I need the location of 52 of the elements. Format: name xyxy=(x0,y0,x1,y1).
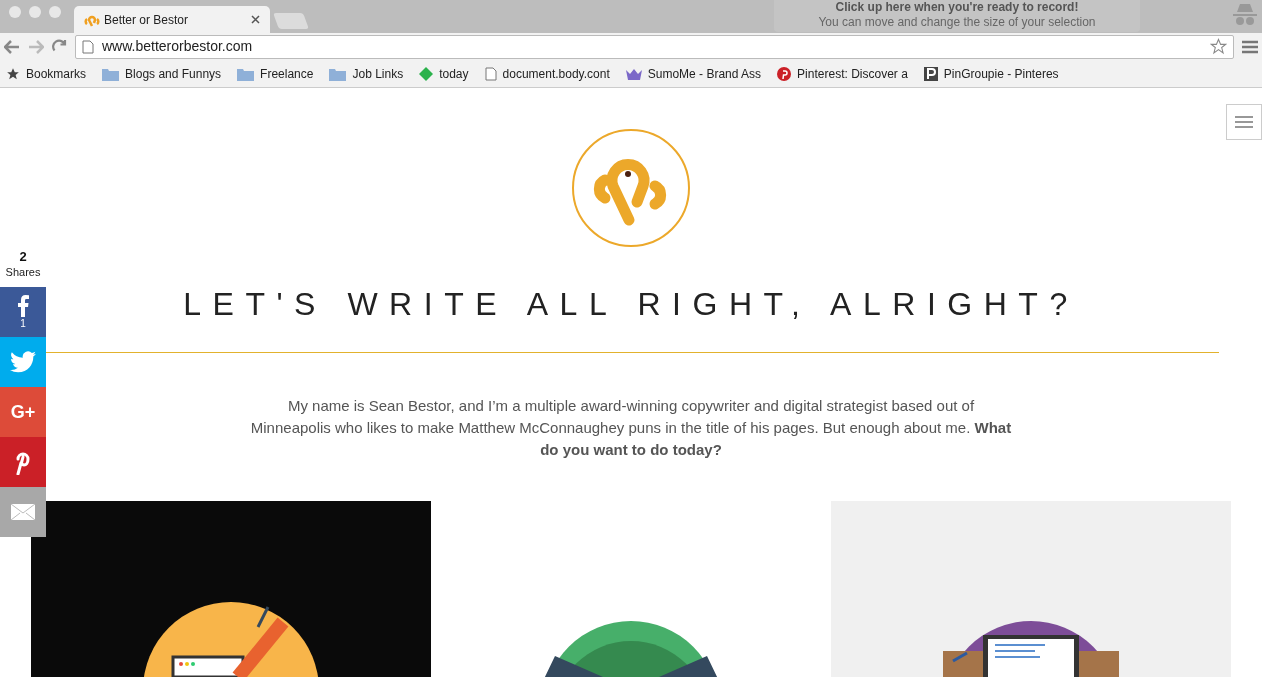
share-button[interactable]: G+ xyxy=(0,386,46,437)
crown-icon xyxy=(625,67,642,80)
overlay-hint: You can move and change the size of your selection xyxy=(818,14,1096,30)
window-zoom-icon[interactable] xyxy=(49,6,61,18)
pinterest-icon xyxy=(777,66,792,81)
google-plus-icon: G+ xyxy=(10,402,36,421)
bookmark-item[interactable]: today xyxy=(419,64,469,83)
bird-icon xyxy=(10,350,36,373)
close-icon[interactable] xyxy=(251,15,260,24)
menu-icon xyxy=(1235,116,1253,128)
folder-icon xyxy=(329,66,347,81)
recorder-overlay[interactable]: Click up here when you're ready to record! You can move and change the size of your selection xyxy=(774,0,1140,32)
share-count: 1 xyxy=(20,318,26,329)
window-minimize-icon[interactable] xyxy=(29,6,41,18)
share-button[interactable] xyxy=(0,336,46,387)
facebook-icon xyxy=(17,294,29,317)
page-heading: LET'S WRITE ALL RIGHT, ALRIGHT? xyxy=(183,285,1079,324)
bookmark-item[interactable]: SumoMe - Brand Ass xyxy=(625,64,762,83)
browser-tab[interactable]: Better or Bestor xyxy=(74,6,270,33)
menu-button[interactable] xyxy=(1226,104,1262,140)
envelope-icon xyxy=(10,502,36,521)
share-button[interactable] xyxy=(0,486,46,537)
shares-label: Shares xyxy=(5,265,41,280)
p-logo-icon xyxy=(923,66,938,81)
tab-title: Better or Bestor xyxy=(104,11,190,29)
bookmark-item[interactable]: Bookmarks xyxy=(6,64,87,83)
menu-icon[interactable] xyxy=(1242,39,1258,54)
bookmark-item[interactable]: document.body.cont xyxy=(484,64,610,83)
feed-icon xyxy=(419,66,434,81)
share-button[interactable] xyxy=(0,436,46,487)
bookmark-item[interactable]: Job Links xyxy=(329,64,404,83)
forward-icon[interactable] xyxy=(28,39,44,54)
folder-icon xyxy=(237,66,255,81)
page-icon xyxy=(82,39,94,54)
reload-icon[interactable] xyxy=(52,39,67,54)
intro-paragraph: My name is Sean Bestor, and I’m a multiple award-winning copywriter and digital strategist based out of Minneapolis who likes to make Matthew McConnaughey puns in the title of his pages. But enough about me. What do you want to do today? xyxy=(249,396,1013,460)
share-total: 2 xyxy=(19,250,27,264)
star-icon xyxy=(6,66,20,81)
bookmark-item[interactable]: Freelance xyxy=(237,64,314,83)
share-button[interactable]: 1 xyxy=(0,286,46,337)
bookmark-item[interactable]: PinGroupie - Pinteres xyxy=(923,64,1059,83)
bookmark-item[interactable]: Blogs and Funnys xyxy=(102,64,222,83)
back-icon[interactable] xyxy=(4,39,20,54)
overlay-title: Click up here when you're ready to record! xyxy=(835,0,1079,14)
page-icon xyxy=(484,66,497,81)
url-text: www.betterorbestor.com xyxy=(102,37,254,56)
address-bar[interactable]: www.betterorbestor.com xyxy=(75,34,1234,59)
incognito-icon xyxy=(1232,2,1258,28)
bookmark-star-icon[interactable] xyxy=(1210,38,1227,55)
window-close-icon[interactable] xyxy=(9,6,21,18)
bookmark-item[interactable]: Pinterest: Discover a xyxy=(777,64,908,83)
folder-icon xyxy=(102,66,120,81)
